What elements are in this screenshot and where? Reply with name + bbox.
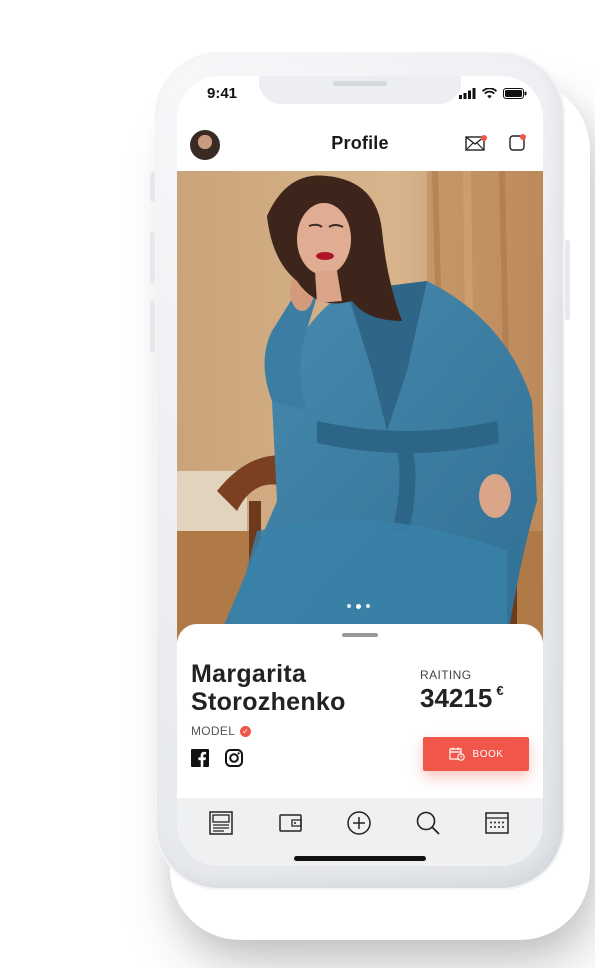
page-title: Profile (331, 133, 389, 153)
gallery-pager[interactable] (347, 603, 370, 609)
social-links (191, 749, 243, 767)
search-icon[interactable] (415, 810, 441, 836)
add-icon[interactable] (346, 810, 372, 836)
mail-badge (481, 135, 487, 141)
speaker (333, 81, 387, 86)
calendar-clock-icon (448, 747, 465, 761)
portfolio-icon[interactable] (208, 810, 234, 836)
book-button[interactable]: BOOK (423, 737, 529, 771)
mockup-scene: 9:41 Profile Margarita Storozhenko MODEL… (0, 0, 595, 968)
profile-card: Margarita Storozhenko MODEL ✓ RAITING 34… (177, 624, 543, 804)
drag-handle[interactable] (342, 633, 378, 637)
calendar-icon[interactable] (484, 810, 510, 836)
wallet-icon[interactable] (278, 810, 304, 836)
side-button-volume-up (150, 232, 155, 284)
facebook-icon[interactable] (191, 749, 209, 767)
side-button-volume-down (150, 300, 155, 352)
verified-icon: ✓ (240, 725, 252, 737)
pager-dot-active (356, 603, 361, 609)
first-name: Margarita (191, 660, 307, 688)
app-header: Profile (177, 116, 543, 172)
notification-badge (520, 134, 526, 140)
side-button-power (565, 240, 570, 320)
profile-name: Margarita Storozhenko (191, 660, 346, 716)
profile-role: MODEL ✓ (191, 724, 252, 738)
battery-icon (503, 88, 527, 99)
wifi-icon (482, 88, 497, 99)
pager-dot (366, 604, 370, 608)
status-icons (459, 88, 527, 99)
last-name: Storozhenko (191, 688, 346, 716)
book-label: BOOK (472, 748, 504, 760)
role-label: MODEL (191, 724, 236, 738)
status-time: 9:41 (207, 85, 238, 102)
rating-number: 34215 (420, 683, 493, 713)
profile-photo[interactable] (177, 171, 543, 641)
rating-currency: € (496, 683, 504, 698)
tab-bar (177, 798, 543, 866)
pager-dot (347, 604, 351, 608)
side-button-mute (150, 172, 155, 202)
signal-icon (459, 88, 476, 99)
rating-label: RAITING (420, 668, 472, 682)
rating-value: 34215 € (420, 683, 504, 714)
home-indicator[interactable] (294, 856, 426, 861)
instagram-icon[interactable] (225, 749, 243, 767)
notification-button[interactable] (509, 134, 527, 157)
model-photo-illustration (177, 171, 543, 641)
mail-button[interactable] (465, 134, 487, 157)
phone-screen: 9:41 Profile Margarita Storozhenko MODEL… (177, 76, 543, 866)
